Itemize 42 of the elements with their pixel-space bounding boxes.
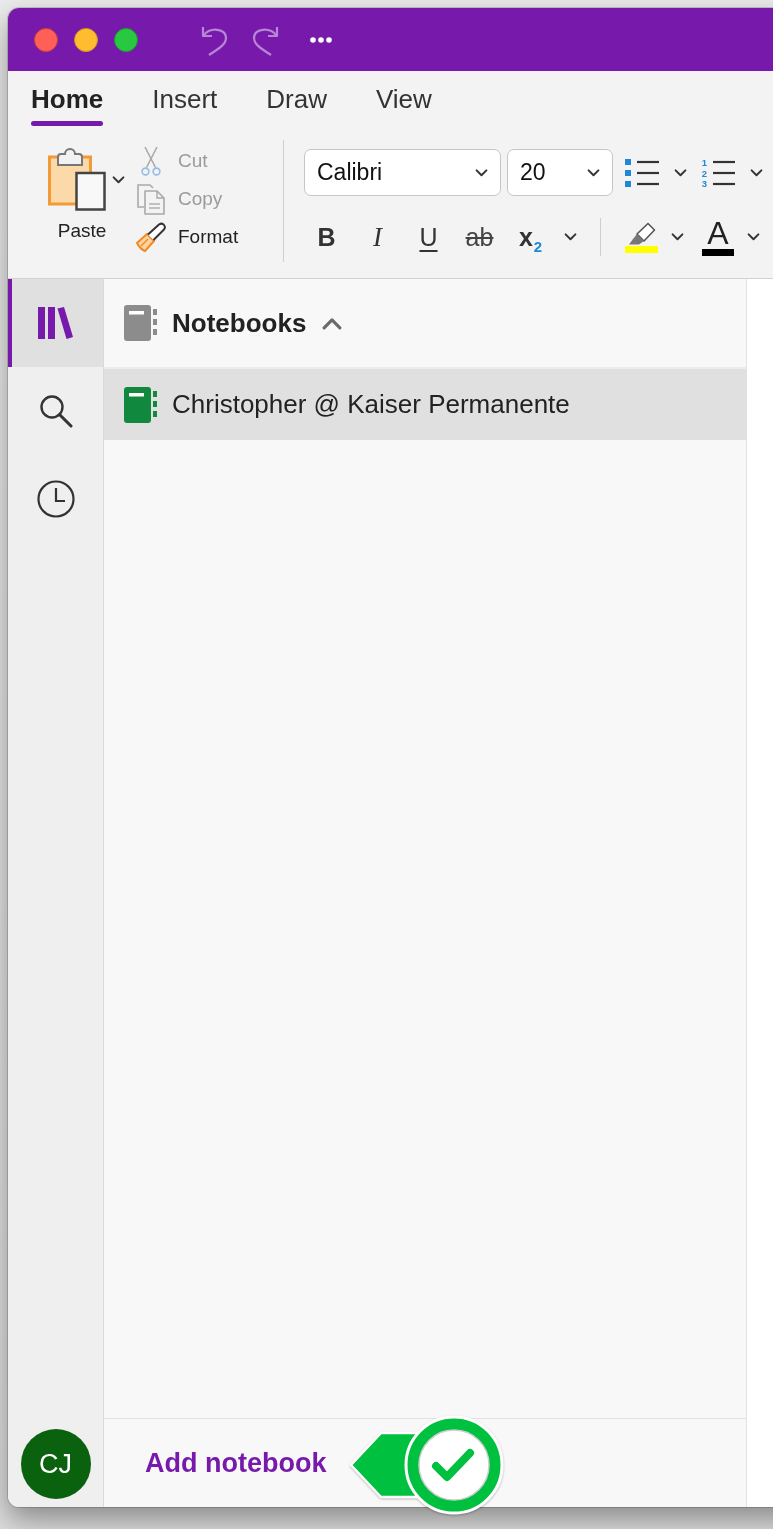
paste-button[interactable]: Paste (40, 148, 124, 244)
format-painter-button[interactable]: Format (134, 218, 239, 256)
notebooks-button[interactable] (8, 279, 103, 367)
close-button[interactable] (34, 27, 58, 52)
font-size-dropdown[interactable]: 20 (507, 149, 613, 196)
chevron-up-icon (322, 316, 343, 330)
search-icon (38, 394, 73, 428)
strikethrough-button[interactable]: ab (454, 217, 505, 257)
ribbon-tab[interactable]: Home (31, 71, 104, 126)
chevron-down-icon (475, 168, 488, 177)
highlighter-icon (626, 221, 656, 245)
zoom-button[interactable] (114, 27, 138, 52)
clock-icon (36, 480, 75, 518)
italic-button[interactable]: I (352, 217, 403, 257)
chevron-down-icon (563, 233, 577, 241)
paintbrush-icon (135, 222, 167, 252)
clipboard-icon (47, 148, 106, 211)
ribbon-tab[interactable]: View (375, 71, 432, 126)
more-icon[interactable] (310, 36, 332, 43)
font-color-button[interactable]: A (697, 217, 739, 257)
chevron-down-icon (670, 233, 684, 241)
chevron-down-icon (587, 168, 600, 177)
ribbon-tab[interactable]: Insert (152, 71, 218, 126)
font-family-dropdown[interactable]: Calibri (304, 149, 501, 196)
add-notebook-link[interactable]: Add notebook (145, 1447, 327, 1479)
bold-button[interactable]: B (301, 217, 352, 257)
avatar[interactable]: CJ (20, 1429, 91, 1499)
notebook-item[interactable]: Christopher @ Kaiser Permanente (104, 369, 746, 440)
notebook-icon (124, 305, 157, 341)
bullet-list-icon[interactable] (625, 158, 659, 187)
ribbon-tab[interactable]: Draw (266, 71, 327, 126)
chevron-down-icon (111, 175, 125, 184)
section-title: Notebooks (172, 307, 307, 339)
chevron-down-icon (746, 233, 760, 241)
subscript-button[interactable]: x$_{2}$ (505, 217, 556, 257)
copy-icon (136, 183, 166, 215)
underline-button[interactable]: U (403, 217, 454, 257)
books-icon (38, 307, 73, 339)
scissors-icon (140, 146, 162, 176)
chevron-down-icon (673, 168, 687, 177)
chevron-down-icon (749, 168, 763, 177)
minimize-button[interactable] (74, 27, 98, 52)
